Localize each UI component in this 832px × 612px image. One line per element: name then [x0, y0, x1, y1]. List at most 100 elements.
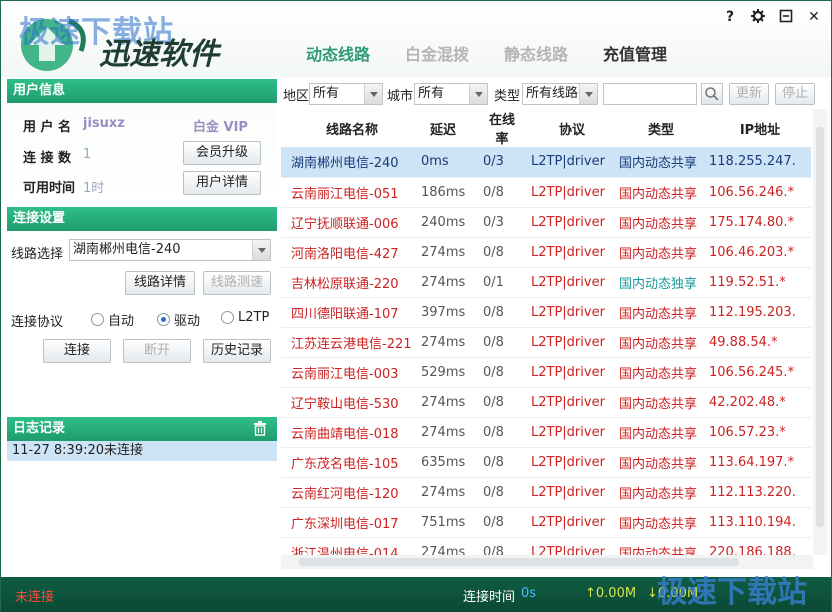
- user-info-section: 用 户 名 jisuxz 白金 VIP 连 接 数 1 会员升级 可用时间 1时…: [7, 103, 277, 207]
- cell-ip: 42.202.48.*: [703, 387, 811, 418]
- radio-selected-icon: [157, 313, 170, 326]
- time-value: 1时: [83, 181, 105, 196]
- connection-status: 未连接: [15, 590, 55, 605]
- help-icon[interactable]: ?: [723, 9, 737, 27]
- cell-line-name: 吉林松原联通-220: [281, 267, 413, 298]
- log-entry: 11-27 8:39:20未连接: [7, 441, 277, 461]
- type-select[interactable]: 所有线路: [522, 83, 598, 105]
- table-row[interactable]: 湖南郴州电信-240 0ms 0/3 L2TP|driver 国内动态共享 118.255…: [281, 147, 811, 178]
- chevron-down-icon: [579, 84, 597, 104]
- cell-protocol: L2TP|driver: [521, 327, 613, 358]
- tab-static-lines[interactable]: 静态线路: [504, 41, 568, 65]
- cell-line-name: 云南丽江电信-051: [281, 177, 413, 208]
- history-button[interactable]: 历史记录: [203, 339, 271, 363]
- cell-protocol: L2TP|driver: [521, 297, 613, 328]
- update-button[interactable]: 更新: [729, 83, 769, 105]
- vertical-scrollbar[interactable]: [813, 109, 827, 555]
- line-test-button[interactable]: 线路测速: [203, 271, 271, 295]
- radio-icon: [91, 313, 104, 326]
- upload-speed: ↑0.00M: [585, 586, 636, 601]
- user-details-button[interactable]: 用户详情: [183, 171, 261, 195]
- cell-ip: 106.56.245.*: [703, 357, 811, 388]
- disconnect-button[interactable]: 断开: [123, 339, 191, 363]
- tab-dynamic-lines[interactable]: 动态线路: [306, 41, 370, 65]
- cell-protocol: L2TP|driver: [521, 147, 613, 178]
- cell-line-name: 辽宁鞍山电信-530: [281, 387, 413, 418]
- table-row[interactable]: 广东茂名电信-105 635ms 0/8 L2TP|driver 国内动态共享 113.6…: [281, 447, 811, 478]
- right-panel: 地区 所有 城市 所有 类型 所有线路 更新 停止 线路名称 延迟 在线率 协议…: [281, 79, 827, 575]
- cell-latency: 635ms: [413, 447, 465, 478]
- cell-online-rate: 0/1: [465, 267, 521, 298]
- cell-online-rate: 0/8: [465, 417, 521, 448]
- protocol-driver-radio[interactable]: 驱动: [157, 310, 200, 329]
- cell-type: 国内动态共享: [613, 207, 703, 238]
- protocol-driver-label: 驱动: [174, 314, 201, 329]
- table-row[interactable]: 四川德阳联通-107 397ms 0/8 L2TP|driver 国内动态共享 112.1…: [281, 297, 811, 328]
- cell-online-rate: 0/3: [465, 207, 521, 238]
- gear-icon[interactable]: [751, 9, 765, 27]
- cell-online-rate: 0/8: [465, 297, 521, 328]
- table-row[interactable]: 云南丽江电信-051 186ms 0/8 L2TP|driver 国内动态共享 106.5…: [281, 177, 811, 208]
- filter-bar: 地区 所有 城市 所有 类型 所有线路 更新 停止: [281, 79, 827, 107]
- username-label: 用 户 名: [23, 120, 72, 135]
- cell-line-name: 广东深圳电信-017: [281, 507, 413, 538]
- cell-type: 国内动态共享: [613, 177, 703, 208]
- upgrade-button[interactable]: 会员升级: [183, 141, 261, 165]
- cell-latency: 397ms: [413, 297, 465, 328]
- connect-button[interactable]: 连接: [43, 339, 111, 363]
- close-icon[interactable]: ✕: [807, 9, 821, 27]
- protocol-auto-radio[interactable]: 自动: [91, 310, 134, 329]
- watermark-bottom-right: 极速下载站: [657, 575, 807, 610]
- cell-latency: 274ms: [413, 477, 465, 508]
- chevron-down-icon: [252, 240, 270, 260]
- line-details-button[interactable]: 线路详情: [125, 271, 195, 295]
- table-row[interactable]: 河南洛阳电信-427 274ms 0/8 L2TP|driver 国内动态共享 106.4…: [281, 237, 811, 268]
- username-value: jisuxz: [83, 116, 125, 131]
- col-header-ip[interactable]: IP地址: [703, 109, 811, 147]
- city-select[interactable]: 所有: [414, 83, 488, 105]
- trash-icon[interactable]: [253, 421, 267, 436]
- cell-ip: 106.56.246.*: [703, 177, 811, 208]
- cell-type: 国内动态共享: [613, 327, 703, 358]
- search-icon[interactable]: [701, 83, 723, 105]
- col-header-protocol[interactable]: 协议: [521, 109, 613, 147]
- cell-line-name: 广东茂名电信-105: [281, 447, 413, 478]
- col-header-online[interactable]: 在线率: [465, 109, 521, 147]
- table-row[interactable]: 云南曲靖电信-018 274ms 0/8 L2TP|driver 国内动态共享 106.5…: [281, 417, 811, 448]
- user-info-title: 用户信息: [7, 79, 277, 103]
- table-row[interactable]: 广东深圳电信-017 751ms 0/8 L2TP|driver 国内动态共享 113.1…: [281, 507, 811, 538]
- minimize-icon[interactable]: [779, 9, 793, 27]
- col-header-type[interactable]: 类型: [613, 109, 703, 147]
- region-select-value: 所有: [313, 86, 340, 101]
- col-header-name[interactable]: 线路名称: [281, 109, 413, 147]
- table-row[interactable]: 云南红河电信-120 274ms 0/8 L2TP|driver 国内动态共享 112.1…: [281, 477, 811, 508]
- protocol-label: 连接协议: [11, 315, 64, 330]
- table-row[interactable]: 云南丽江电信-003 529ms 0/8 L2TP|driver 国内动态共享 106.5…: [281, 357, 811, 388]
- protocol-l2tp-radio[interactable]: L2TP: [221, 310, 269, 325]
- table-row[interactable]: 吉林松原联通-220 274ms 0/1 L2TP|driver 国内动态独享 119.5…: [281, 267, 811, 298]
- search-input[interactable]: [603, 83, 697, 105]
- log-title-label: 日志记录: [13, 421, 66, 436]
- tab-platinum-mixed[interactable]: 白金混拨: [405, 41, 469, 65]
- region-select[interactable]: 所有: [309, 83, 383, 105]
- cell-latency: 529ms: [413, 357, 465, 388]
- left-panel: 用户信息 用 户 名 jisuxz 白金 VIP 连 接 数 1 会员升级 可用…: [7, 79, 277, 575]
- cell-ip: 106.46.203.*: [703, 237, 811, 268]
- line-select[interactable]: 湖南郴州电信-240: [69, 239, 271, 261]
- table-row[interactable]: 辽宁抚顺联通-006 240ms 0/3 L2TP|driver 国内动态共享 175.1…: [281, 207, 811, 238]
- table-row[interactable]: 辽宁鞍山电信-530 274ms 0/8 L2TP|driver 国内动态共享 42.20…: [281, 387, 811, 418]
- tab-recharge[interactable]: 充值管理: [603, 41, 667, 65]
- cell-latency: 274ms: [413, 237, 465, 268]
- col-header-latency[interactable]: 延迟: [413, 109, 465, 147]
- stop-button[interactable]: 停止: [775, 83, 815, 105]
- conn-settings-section: 线路选择 湖南郴州电信-240 线路详情 线路测速 连接协议 自动 驱动 L2T…: [7, 231, 277, 421]
- cell-line-name: 四川德阳联通-107: [281, 297, 413, 328]
- upload-value: 0.00M: [595, 586, 637, 601]
- cell-ip: 113.64.197.*: [703, 447, 811, 478]
- cell-ip: 175.174.80.*: [703, 207, 811, 238]
- table-row[interactable]: 江苏连云港电信-221 274ms 0/8 L2TP|driver 国内动态共享 49.8…: [281, 327, 811, 358]
- cell-line-name: 云南曲靖电信-018: [281, 417, 413, 448]
- cell-protocol: L2TP|driver: [521, 207, 613, 238]
- main-nav: 动态线路 白金混拨 静态线路 充值管理: [306, 41, 702, 65]
- line-table: 线路名称 延迟 在线率 协议 类型 IP地址 湖南郴州电信-240 0ms 0/3 L…: [281, 109, 827, 575]
